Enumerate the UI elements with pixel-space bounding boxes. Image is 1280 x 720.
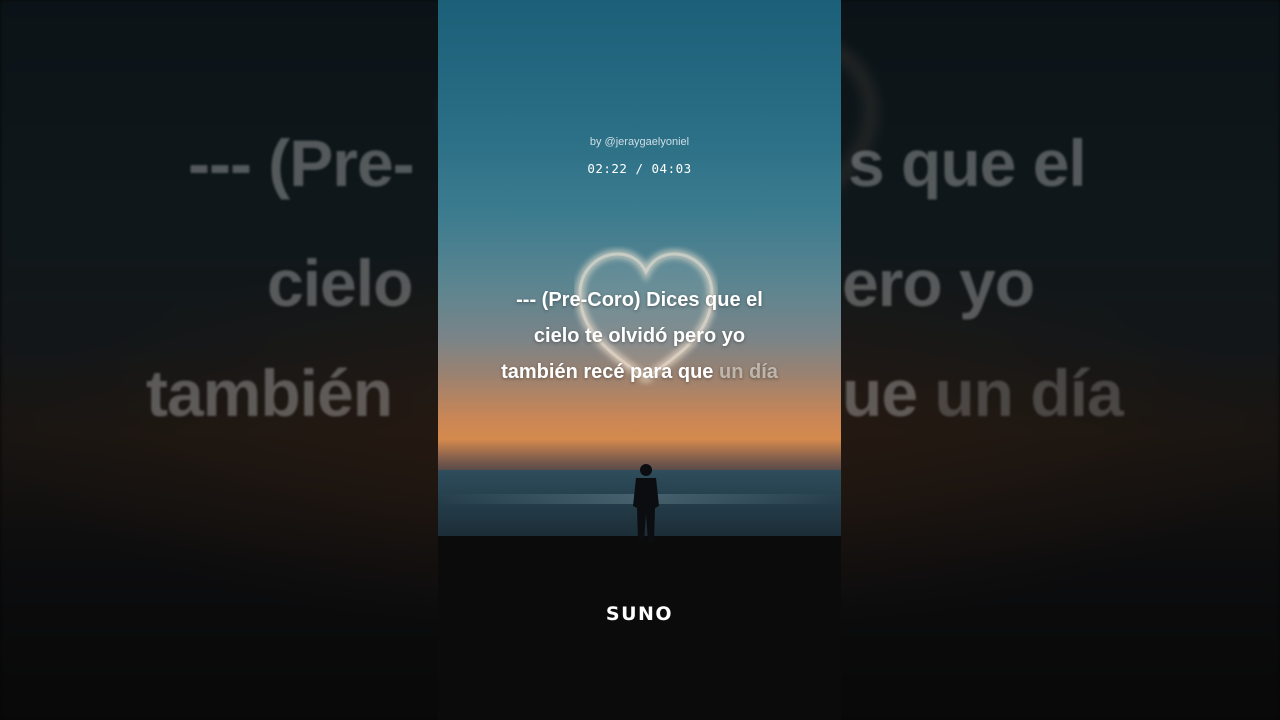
lyrics-block: --- (Pre-Coro) Dices que el cielo te olv…	[438, 282, 841, 390]
lyric-line-3: también recé para que un día	[438, 354, 841, 390]
time-current: 02:22	[587, 161, 628, 176]
person-silhouette	[633, 464, 659, 542]
video-panel: by @jeraygaelyoniel 02:22 / 04:03 --- (P…	[438, 0, 841, 720]
time-total: 04:03	[651, 161, 692, 176]
lyric-upcoming: un día	[718, 361, 778, 383]
video-frame: --- (Pre- s que el cielo ero yo también …	[0, 0, 1280, 720]
creator-credit: by @jeraygaelyoniel	[589, 136, 690, 148]
playback-time: 02:22 / 04:03	[438, 161, 841, 176]
lyric-sung: también recé para que	[501, 361, 719, 383]
beach-ground	[438, 536, 841, 720]
lyric-line-1: --- (Pre-Coro) Dices que el	[516, 289, 763, 311]
time-separator: /	[627, 161, 652, 176]
suno-logo: SUNO	[605, 603, 674, 625]
lyric-line-2: cielo te olvidó pero yo	[533, 325, 746, 347]
